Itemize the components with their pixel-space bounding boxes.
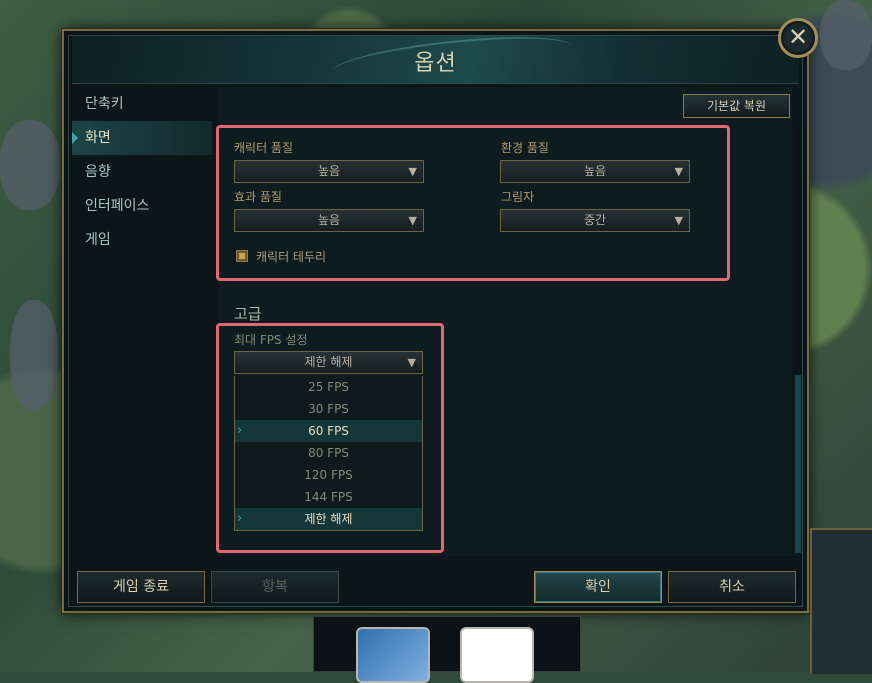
settings-scrollbar[interactable]: [795, 129, 801, 553]
shadows-dropdown[interactable]: 중간 ▼: [500, 209, 690, 232]
environment-quality-value: 높음: [583, 164, 607, 178]
sidebar-item-video[interactable]: 화면: [72, 121, 212, 155]
character-quality-dropdown[interactable]: 높음 ▼: [234, 160, 424, 183]
environment-quality-dropdown[interactable]: 높음 ▼: [500, 160, 690, 183]
ability-bar: [313, 616, 581, 683]
close-button[interactable]: ✕: [778, 18, 818, 58]
sidebar-item-game[interactable]: 게임: [72, 223, 212, 257]
dropdown-arrow-icon: ▼: [408, 165, 417, 178]
fps-options-list: 25 FPS 30 FPS 60 FPS 80 FPS 120 FPS 144 …: [234, 376, 423, 531]
dialog-title: 옵션: [414, 51, 457, 76]
fps-option-25[interactable]: 25 FPS: [235, 376, 422, 398]
dropdown-arrow-icon: ▼: [407, 356, 416, 369]
character-outline-checkbox[interactable]: [236, 250, 248, 262]
fps-option-80[interactable]: 80 FPS: [235, 442, 422, 464]
ability-slot-icon[interactable]: [460, 627, 534, 683]
fps-option-144[interactable]: 144 FPS: [235, 486, 422, 508]
close-icon: ✕: [787, 23, 809, 51]
effects-quality-value: 높음: [317, 213, 341, 227]
effects-quality-dropdown[interactable]: 높음 ▼: [234, 209, 424, 232]
character-outline-label: 캐릭터 테두리: [256, 250, 327, 264]
confirm-button[interactable]: 확인: [534, 571, 662, 603]
dropdown-arrow-icon: ▼: [408, 214, 417, 227]
dropdown-arrow-icon: ▼: [674, 214, 683, 227]
effects-quality-label: 효과 품질: [234, 190, 282, 204]
sidebar-item-hotkeys[interactable]: 단축키: [72, 87, 212, 121]
max-fps-dropdown[interactable]: 제한 해제 ▼: [234, 351, 423, 374]
environment-quality-label: 환경 품질: [501, 141, 549, 155]
options-dialog: 옵션 단축키 화면 음향 인터페이스 게임 기본값 복원 캐릭터 품질 높음 ▼…: [62, 28, 809, 613]
character-quality-label: 캐릭터 품질: [234, 141, 294, 155]
dialog-titlebar: 옵션: [72, 28, 799, 90]
advanced-section-title: 고급: [234, 305, 262, 323]
fps-option-60[interactable]: 60 FPS: [235, 420, 422, 442]
surrender-button[interactable]: 항복: [211, 571, 339, 603]
options-sidebar: 단축키 화면 음향 인터페이스 게임: [72, 87, 212, 257]
scrollbar-thumb[interactable]: [795, 375, 801, 553]
max-fps-value: 제한 해제: [304, 355, 353, 369]
restore-defaults-button[interactable]: 기본값 복원: [683, 94, 790, 118]
sidebar-item-interface[interactable]: 인터페이스: [72, 189, 212, 223]
ability-slot-icon[interactable]: [356, 627, 430, 683]
sidebar-item-sound[interactable]: 음향: [72, 155, 212, 189]
cancel-button[interactable]: 취소: [668, 571, 796, 603]
shadows-value: 중간: [583, 213, 607, 227]
fps-option-30[interactable]: 30 FPS: [235, 398, 422, 420]
dropdown-arrow-icon: ▼: [674, 165, 683, 178]
fps-option-120[interactable]: 120 FPS: [235, 464, 422, 486]
quit-game-button[interactable]: 게임 종료: [77, 571, 205, 603]
shadows-label: 그림자: [501, 190, 535, 204]
character-quality-value: 높음: [317, 164, 341, 178]
minimap[interactable]: [810, 528, 872, 674]
max-fps-label: 최대 FPS 설정: [234, 333, 308, 347]
fps-option-uncapped[interactable]: 제한 해제: [235, 508, 422, 530]
